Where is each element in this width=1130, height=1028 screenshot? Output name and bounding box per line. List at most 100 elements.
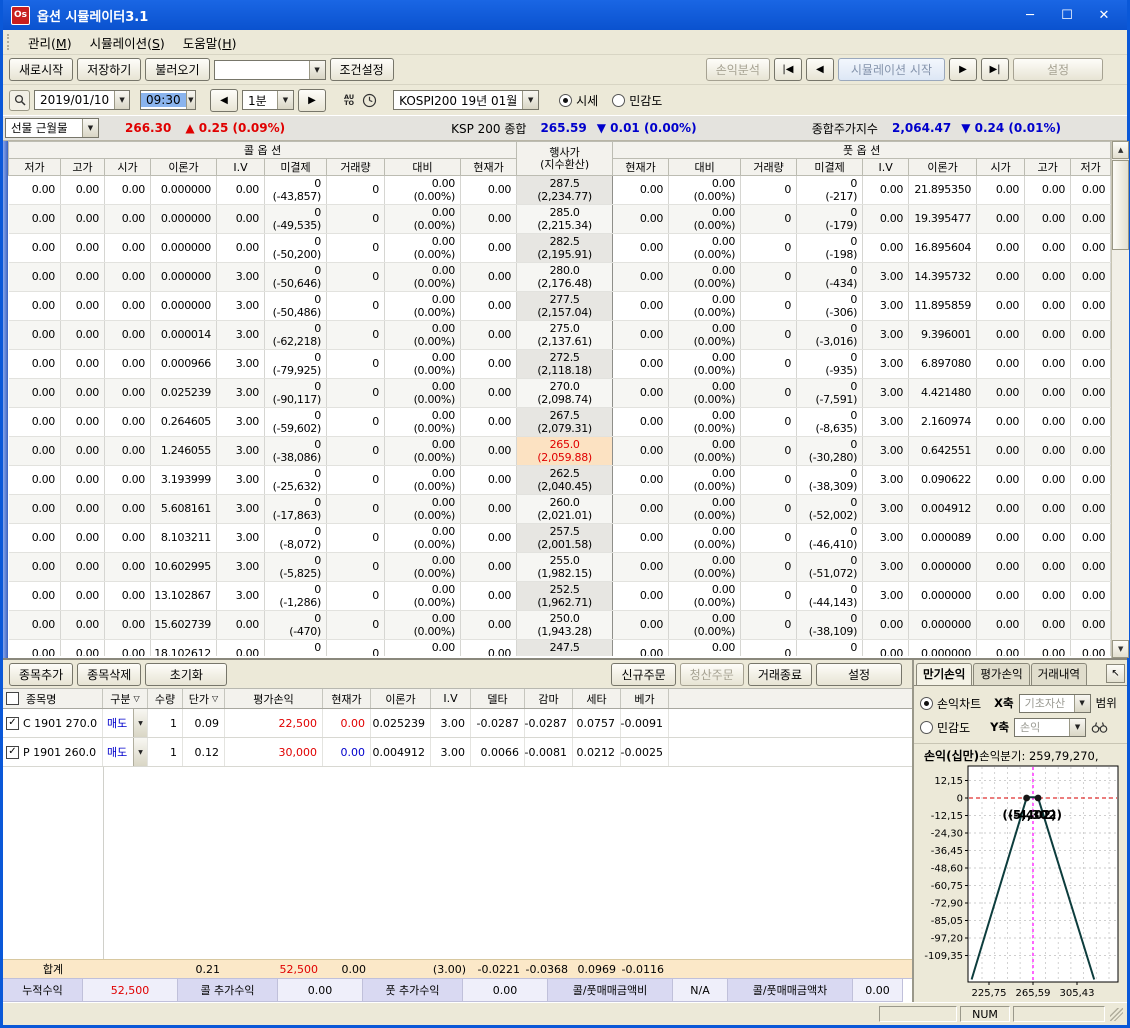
binoculars-icon[interactable] xyxy=(1091,720,1108,734)
time-combobox[interactable]: 09:30 ▼ xyxy=(140,90,196,110)
chain-row[interactable]: 0.000.000.001.2460553.000(-38,086)00.00(… xyxy=(9,437,1111,466)
chain-row[interactable]: 0.000.000.000.0000143.000(-62,218)00.00(… xyxy=(9,321,1111,350)
interval-combobox[interactable]: 1분 ▼ xyxy=(242,90,294,110)
greek-mode-radio[interactable]: 민감도 xyxy=(612,92,662,109)
price-mode-radio[interactable]: 시세 xyxy=(559,92,598,109)
column-header[interactable]: 이론가 xyxy=(151,159,217,176)
positions-column-header[interactable]: 구분▽ xyxy=(103,689,148,708)
end-trade-button[interactable]: 거래종료 xyxy=(748,663,812,686)
auto-play-icon[interactable]: AUTO xyxy=(344,94,354,107)
sensitivity-radio[interactable]: 민감도 xyxy=(920,719,970,736)
position-settings-button[interactable]: 설정 xyxy=(816,663,902,686)
chevron-down-icon[interactable]: ▼ xyxy=(1069,719,1085,736)
position-row[interactable]: ✓C 1901 270.0매도▼10.0922,5000.000.0252393… xyxy=(3,709,912,738)
preset-combobox[interactable]: ▼ xyxy=(214,60,326,80)
pnl-analysis-button[interactable]: 손익분석 xyxy=(706,58,770,81)
column-header[interactable]: 거래량 xyxy=(327,159,385,176)
chain-row[interactable]: 0.000.000.0013.1028673.000(-1,286)00.00(… xyxy=(9,582,1111,611)
new-order-button[interactable]: 신규주문 xyxy=(611,663,675,686)
chain-row[interactable]: 0.000.000.003.1939993.000(-25,632)00.00(… xyxy=(9,466,1111,495)
search-icon[interactable] xyxy=(9,90,30,111)
chevron-down-icon[interactable]: ▼ xyxy=(82,119,98,137)
column-header[interactable]: 고가 xyxy=(1025,159,1071,176)
minimize-button[interactable]: ─ xyxy=(1015,5,1045,25)
step-back-button[interactable]: ◀ xyxy=(210,89,238,112)
column-header[interactable]: 대비 xyxy=(669,159,741,176)
simulation-start-button[interactable]: 시뮬레이션 시작 xyxy=(838,58,945,81)
chain-scrollbar[interactable]: ▲ ▼ xyxy=(1111,141,1129,658)
step-forward-button[interactable]: ▶ xyxy=(298,89,326,112)
expand-panel-icon[interactable]: ↖ xyxy=(1106,664,1125,683)
row-checkbox[interactable]: ✓ xyxy=(6,746,19,759)
side-combobox[interactable]: 매도▼ xyxy=(103,738,148,766)
scroll-down-icon[interactable]: ▼ xyxy=(1112,640,1129,658)
next-step-button[interactable]: ▶ xyxy=(949,58,977,81)
positions-column-header[interactable]: 델타 xyxy=(471,689,525,708)
chain-row[interactable]: 0.000.000.000.0000000.000(-49,535)00.00(… xyxy=(9,205,1111,234)
column-header[interactable]: 시가 xyxy=(977,159,1025,176)
sort-icon[interactable]: ▽ xyxy=(134,694,140,703)
chevron-down-icon[interactable]: ▼ xyxy=(1074,695,1090,712)
column-header[interactable]: 미결제 xyxy=(265,159,327,176)
chain-row[interactable]: 0.000.000.000.2646053.000(-59,602)00.00(… xyxy=(9,408,1111,437)
positions-column-header[interactable]: 베가 xyxy=(621,689,669,708)
product-combobox[interactable]: KOSPI200 19년 01월 ▼ xyxy=(393,90,539,110)
condition-settings-button[interactable]: 조건설정 xyxy=(330,58,394,81)
positions-column-header[interactable]: 평가손익 xyxy=(225,689,323,708)
position-row[interactable]: ✓P 1901 260.0매도▼10.1230,0000.000.0049123… xyxy=(3,738,912,767)
x-axis-combobox[interactable]: 기초자산 ▼ xyxy=(1019,694,1091,713)
chevron-down-icon[interactable]: ▼ xyxy=(114,91,129,109)
column-header[interactable]: 현재가 xyxy=(613,159,669,176)
add-item-button[interactable]: 종목추가 xyxy=(9,663,73,686)
positions-column-header[interactable]: I.V xyxy=(431,689,471,708)
maximize-button[interactable]: ☐ xyxy=(1052,5,1082,25)
column-header[interactable]: I.V xyxy=(863,159,909,176)
chevron-down-icon[interactable]: ▼ xyxy=(186,91,195,109)
delete-item-button[interactable]: 종목삭제 xyxy=(77,663,141,686)
future-combobox[interactable]: 선물 근월물 ▼ xyxy=(5,118,99,138)
positions-column-header[interactable]: 세타 xyxy=(573,689,621,708)
chain-row[interactable]: 0.000.000.000.0009663.000(-79,925)00.00(… xyxy=(9,350,1111,379)
column-header[interactable]: 고가 xyxy=(61,159,105,176)
chevron-down-icon[interactable]: ▼ xyxy=(277,91,293,109)
resize-grip[interactable] xyxy=(1110,1008,1123,1021)
date-combobox[interactable]: 2019/01/10 ▼ xyxy=(34,90,130,110)
chain-row[interactable]: 0.000.000.000.0000003.000(-50,486)00.00(… xyxy=(9,292,1111,321)
settings-button[interactable]: 설정 xyxy=(1013,58,1103,81)
close-button[interactable]: ✕ xyxy=(1089,5,1119,25)
chevron-down-icon[interactable]: ▼ xyxy=(133,738,147,766)
chain-row[interactable]: 0.000.000.008.1032113.000(-8,072)00.00(0… xyxy=(9,524,1111,553)
first-step-button[interactable]: |◀ xyxy=(774,58,802,81)
last-step-button[interactable]: ▶| xyxy=(981,58,1009,81)
chevron-down-icon[interactable]: ▼ xyxy=(522,91,538,109)
tab-평가손익[interactable]: 평가손익 xyxy=(973,663,1029,685)
y-axis-combobox[interactable]: 손익 ▼ xyxy=(1014,718,1086,737)
positions-column-header[interactable]: 현재가 xyxy=(323,689,371,708)
chain-row[interactable]: 0.000.000.000.0252393.000(-90,117)00.00(… xyxy=(9,379,1111,408)
positions-column-header[interactable]: 종목명 xyxy=(3,689,103,708)
chain-row[interactable]: 0.000.000.0018.1026120.000(-74)00.00(0.0… xyxy=(9,640,1111,657)
save-button[interactable]: 저장하기 xyxy=(77,58,141,81)
positions-column-header[interactable]: 수량 xyxy=(148,689,183,708)
new-start-button[interactable]: 새로시작 xyxy=(9,58,73,81)
chevron-down-icon[interactable]: ▼ xyxy=(133,709,147,737)
chevron-down-icon[interactable]: ▼ xyxy=(309,61,325,79)
tab-거래내역[interactable]: 거래내역 xyxy=(1031,663,1087,685)
chain-row[interactable]: 0.000.000.000.0000000.000(-43,857)00.00(… xyxy=(9,176,1111,205)
scrollbar-thumb[interactable] xyxy=(1112,160,1129,250)
column-header[interactable]: 현재가 xyxy=(461,159,517,176)
column-header[interactable]: 거래량 xyxy=(741,159,797,176)
tab-만기손익[interactable]: 만기손익 xyxy=(916,663,972,685)
chain-row[interactable]: 0.000.000.005.6081613.000(-17,863)00.00(… xyxy=(9,495,1111,524)
prev-step-button[interactable]: ◀ xyxy=(806,58,834,81)
column-header[interactable]: 대비 xyxy=(385,159,461,176)
column-header[interactable]: I.V xyxy=(217,159,265,176)
row-checkbox[interactable]: ✓ xyxy=(6,717,19,730)
chain-row[interactable]: 0.000.000.0010.6029953.000(-5,825)00.00(… xyxy=(9,553,1111,582)
positions-column-header[interactable]: 단가▽ xyxy=(183,689,225,708)
positions-column-header[interactable]: 이론가 xyxy=(371,689,431,708)
side-combobox[interactable]: 매도▼ xyxy=(103,709,148,737)
chain-row[interactable]: 0.000.000.000.0000003.000(-50,646)00.00(… xyxy=(9,263,1111,292)
positions-column-header[interactable]: 감마 xyxy=(525,689,573,708)
column-header[interactable]: 시가 xyxy=(105,159,151,176)
